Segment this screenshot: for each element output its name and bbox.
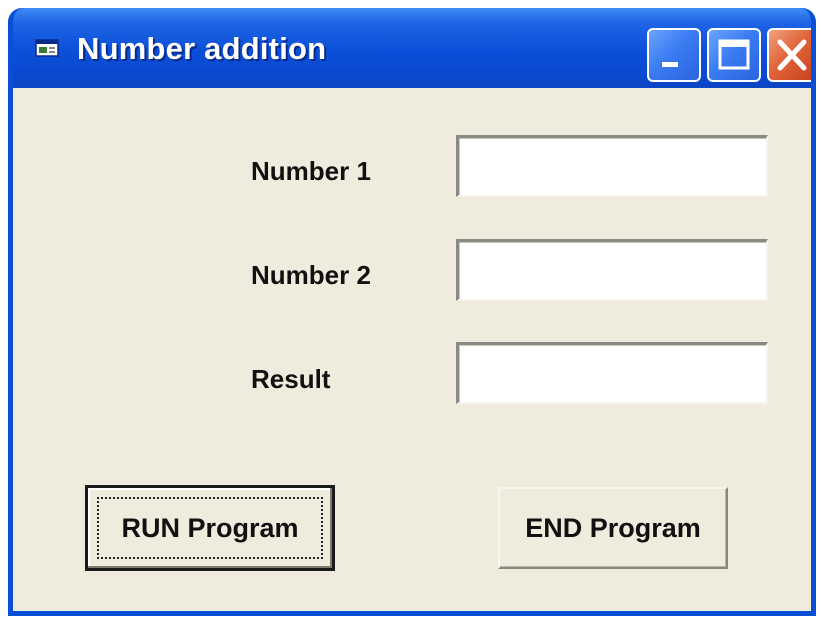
title-bar[interactable]: Number addition (13, 8, 811, 88)
maximize-icon (718, 39, 750, 70)
number2-label: Number 2 (251, 260, 371, 290)
number2-input[interactable] (456, 239, 768, 301)
maximize-button[interactable] (707, 28, 761, 82)
app-window: Number addition Number 1 Number 2 Result (8, 8, 816, 616)
form-client-area: Number 1 Number 2 Result RUN Program END… (13, 88, 811, 611)
focus-rectangle (97, 497, 323, 559)
number1-input[interactable] (456, 135, 768, 197)
result-input[interactable] (456, 342, 768, 404)
number1-label: Number 1 (251, 156, 371, 186)
minimize-icon (662, 62, 678, 67)
result-label: Result (251, 364, 331, 394)
end-program-button[interactable]: END Program (498, 487, 728, 569)
close-button[interactable] (767, 28, 811, 82)
window-title: Number addition (77, 31, 327, 66)
run-program-button[interactable]: RUN Program (85, 485, 335, 571)
vb-form-icon (35, 38, 61, 58)
minimize-button[interactable] (647, 28, 701, 82)
end-program-label: END Program (525, 512, 701, 543)
close-icon (777, 39, 807, 71)
